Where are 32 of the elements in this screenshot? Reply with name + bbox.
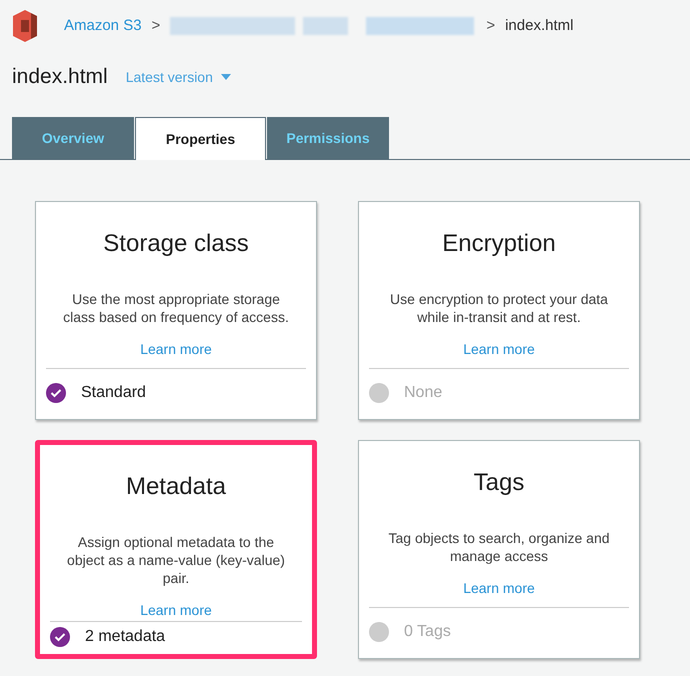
tab[interactable]: Properties bbox=[135, 117, 266, 160]
property-card[interactable]: Storage class Use the most appropriate storage class based on frequency of access. Learn more Standard bbox=[35, 201, 317, 420]
card-title: Storage class bbox=[103, 229, 249, 259]
learn-more-link[interactable]: Learn more bbox=[463, 339, 535, 360]
card-description: Use encryption to protect your data while in-transit and at rest. bbox=[389, 290, 609, 326]
card-title: Metadata bbox=[126, 472, 226, 502]
learn-more-link[interactable]: Learn more bbox=[463, 578, 535, 599]
card-description: Tag objects to search, organize and manage access bbox=[387, 529, 611, 565]
redacted-breadcrumb bbox=[303, 17, 348, 35]
card-title: Tags bbox=[474, 468, 524, 498]
breadcrumb-separator: > bbox=[152, 16, 160, 36]
tab[interactable]: Permissions bbox=[267, 117, 389, 159]
page-title: index.html bbox=[12, 64, 108, 90]
status-text: Standard bbox=[81, 382, 146, 402]
card-title: Encryption bbox=[442, 229, 556, 259]
breadcrumb-separator: > bbox=[486, 16, 496, 36]
property-card[interactable]: Tags Tag objects to search, organize and manage access Learn more 0 Tags bbox=[358, 440, 640, 659]
card-description: Assign optional metadata to the object as a name-value (key-value) pair. bbox=[66, 533, 286, 587]
property-card[interactable]: Encryption Use encryption to protect your data while in-transit and at rest. Learn more None bbox=[358, 201, 640, 420]
version-dropdown[interactable]: Latest version bbox=[126, 66, 231, 88]
status-text: None bbox=[404, 382, 442, 402]
tab[interactable]: Overview bbox=[12, 117, 134, 159]
status-text: 2 metadata bbox=[85, 626, 166, 646]
property-card[interactable]: Metadata Assign optional metadata to the object as a name-value (key-value) pair. Learn more 2 metadata bbox=[35, 440, 317, 659]
card-description: Use the most appropriate storage class based on frequency of access. bbox=[62, 290, 290, 326]
learn-more-link[interactable]: Learn more bbox=[140, 339, 212, 360]
caret-icon bbox=[220, 74, 231, 80]
status-text: 0 Tags bbox=[404, 622, 451, 642]
learn-more-link[interactable]: Learn more bbox=[140, 600, 212, 621]
logo-icon bbox=[11, 10, 39, 42]
breadcrumb-current: index.html bbox=[505, 16, 574, 36]
breadcrumb-link[interactable]: Amazon S3 bbox=[64, 14, 142, 38]
